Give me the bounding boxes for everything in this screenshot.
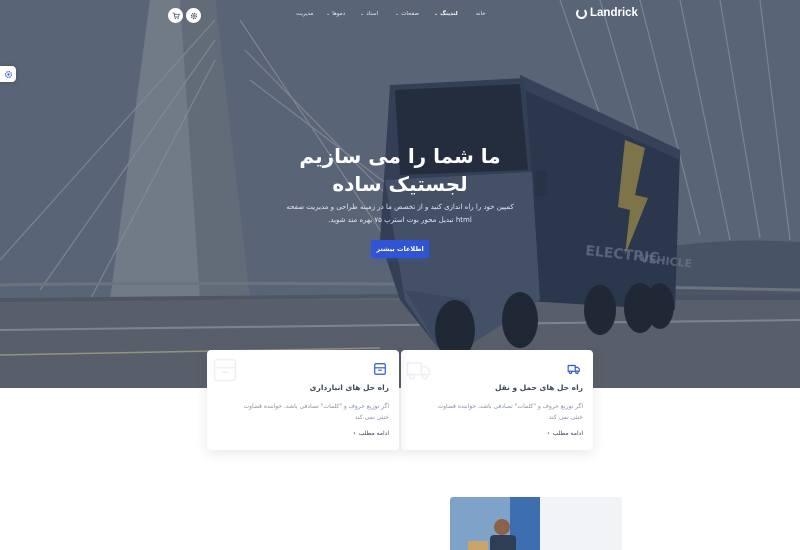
feature-card-transport: راه حل های حمل و نقل اگر توزیع حروف و "ک…: [401, 350, 593, 450]
learn-more-button[interactable]: اطلاعات بیشتر: [371, 240, 429, 258]
gear-icon: [190, 12, 197, 19]
truck-icon: [567, 364, 580, 374]
brand-name: Landrick: [590, 7, 638, 19]
nav-item-pages[interactable]: صفحات⌄: [395, 11, 419, 17]
hero-subtitle-line2: html تبدیل محور بوت استرپ ۷۵ بهره مند شو…: [328, 216, 472, 224]
chevron-down-icon: ⌄: [360, 11, 365, 17]
hero-title-line1: ما شما را می سازیم: [299, 144, 501, 168]
nav-item-docs[interactable]: اسناد⌄: [360, 11, 378, 17]
card-title: راه حل های انبارداری: [309, 383, 389, 392]
cart-icon: [172, 12, 180, 19]
logo-icon: [576, 7, 587, 19]
gear-icon: [4, 70, 12, 78]
chevron-down-icon: ⌄: [434, 11, 439, 17]
card-title: راه حل های حمل و نقل: [494, 383, 583, 392]
chevron-left-icon: ‹: [547, 430, 550, 437]
hero-title-line2: لجستیک ساده: [332, 172, 468, 196]
worker-photo: [450, 497, 622, 550]
feature-card-warehouse: راه حل های انبارداری اگر توزیع حروف و "ک…: [207, 350, 399, 450]
box-icon: [213, 358, 237, 382]
card-text: اگر توزیع حروف و "کلمات" تصادفی باشد، خو…: [437, 403, 583, 421]
hero-subtitle-line1: کمپین خود را راه اندازی کنید و از تخصص م…: [286, 203, 514, 211]
read-more-link[interactable]: ادامه مطلب‹: [353, 430, 389, 437]
chevron-down-icon: ⌄: [395, 11, 400, 17]
card-text: اگر توزیع حروف و "کلمات" تصادفی باشد، خو…: [243, 403, 389, 421]
read-more-link[interactable]: ادامه مطلب‹: [547, 430, 583, 437]
cart-button[interactable]: [168, 8, 183, 23]
truck-icon: [406, 362, 431, 380]
nav-item-demos[interactable]: دموها⌄: [326, 11, 345, 17]
theme-settings-toggle[interactable]: [0, 66, 16, 82]
nav-item-admin[interactable]: مدیریت: [296, 11, 313, 17]
brand-logo[interactable]: Landrick: [576, 7, 638, 19]
settings-button[interactable]: [186, 8, 201, 23]
about-image: [450, 497, 622, 550]
nav-menu: خانه لندینگ⌄ صفحات⌄ اسناد⌄ دموها⌄ مدیریت: [290, 11, 490, 21]
chevron-down-icon: ⌄: [326, 11, 331, 17]
chevron-left-icon: ‹: [353, 430, 356, 437]
navbar: Landrick خانه لندینگ⌄ صفحات⌄ اسناد⌄ دموه…: [0, 0, 800, 32]
box-icon: [374, 363, 386, 375]
nav-item-landing[interactable]: لندینگ⌄: [434, 11, 458, 17]
nav-item-home[interactable]: خانه: [476, 11, 486, 17]
